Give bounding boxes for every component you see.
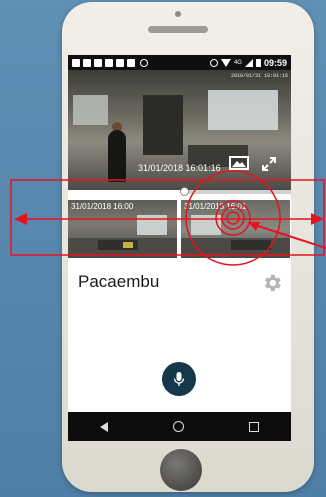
recording-thumbnails[interactable]: 31/01/2018 16:00 31/01/2018 16:01 [68, 200, 291, 258]
image-icon[interactable] [229, 156, 249, 170]
arrow-left-icon [14, 213, 27, 225]
microphone-button[interactable] [162, 362, 196, 396]
notification-icon [83, 58, 91, 67]
wifi-icon [220, 58, 231, 67]
thumbnail-scene [191, 215, 221, 235]
network-type: 4G [233, 59, 242, 66]
live-time-overlay: 31/01/2018 16:01:16 [138, 163, 221, 173]
thumbnail-scene [137, 215, 167, 235]
seek-bar-handle[interactable] [179, 187, 189, 196]
camera-scene-window [73, 95, 108, 125]
notification-icon [105, 58, 113, 67]
seek-bar-fill [68, 190, 184, 194]
front-camera [175, 11, 181, 17]
gear-icon[interactable] [261, 272, 283, 294]
phone-screen: 4G 09:59 2018/01/31 10:01:16 31/01/2018 … [68, 55, 291, 441]
thumbnail-scene [123, 242, 133, 248]
microphone-icon [173, 372, 185, 386]
home-icon[interactable] [172, 421, 184, 432]
earpiece-speaker [148, 26, 208, 33]
notification-icon [94, 58, 102, 67]
camera-location-name: Pacaembu [78, 272, 160, 291]
seek-bar[interactable] [68, 187, 291, 196]
status-bar: 4G 09:59 [68, 55, 291, 70]
notification-icons [68, 58, 148, 67]
notification-icon [116, 58, 124, 67]
back-icon[interactable] [100, 421, 109, 432]
phone-home-button[interactable] [160, 449, 202, 491]
signal-icon [244, 58, 253, 67]
camera-scene-person [108, 130, 126, 182]
recordings-timeline[interactable]: 31/01/2018 16:00 31/01/2018 16:01 Pacaem… [68, 187, 291, 325]
status-right: 4G 09:59 [208, 58, 291, 68]
thumbnail-scene [231, 240, 271, 250]
alarm-icon [140, 58, 148, 67]
battery-icon [255, 58, 261, 67]
recording-time: 31/01/2018 16:00 [71, 202, 134, 211]
camera-timestamp: 2018/01/31 10:01:16 [230, 73, 288, 79]
android-navigation-bar [68, 412, 291, 441]
expand-icon[interactable] [262, 157, 276, 171]
camera-scene-window [208, 90, 278, 130]
camera-scene-door [143, 95, 183, 155]
notification-icon [127, 58, 135, 67]
alarm-icon [209, 58, 218, 67]
recording-time: 31/01/2018 16:01 [184, 202, 247, 211]
recents-icon[interactable] [248, 421, 259, 432]
notification-icon [72, 58, 80, 67]
recording-thumbnail[interactable]: 31/01/2018 16:00 [68, 200, 177, 258]
recording-thumbnail[interactable]: 31/01/2018 16:01 [181, 200, 290, 258]
status-time: 09:59 [263, 57, 287, 68]
live-camera-view[interactable]: 2018/01/31 10:01:16 31/01/2018 16:01:16 [68, 70, 291, 190]
